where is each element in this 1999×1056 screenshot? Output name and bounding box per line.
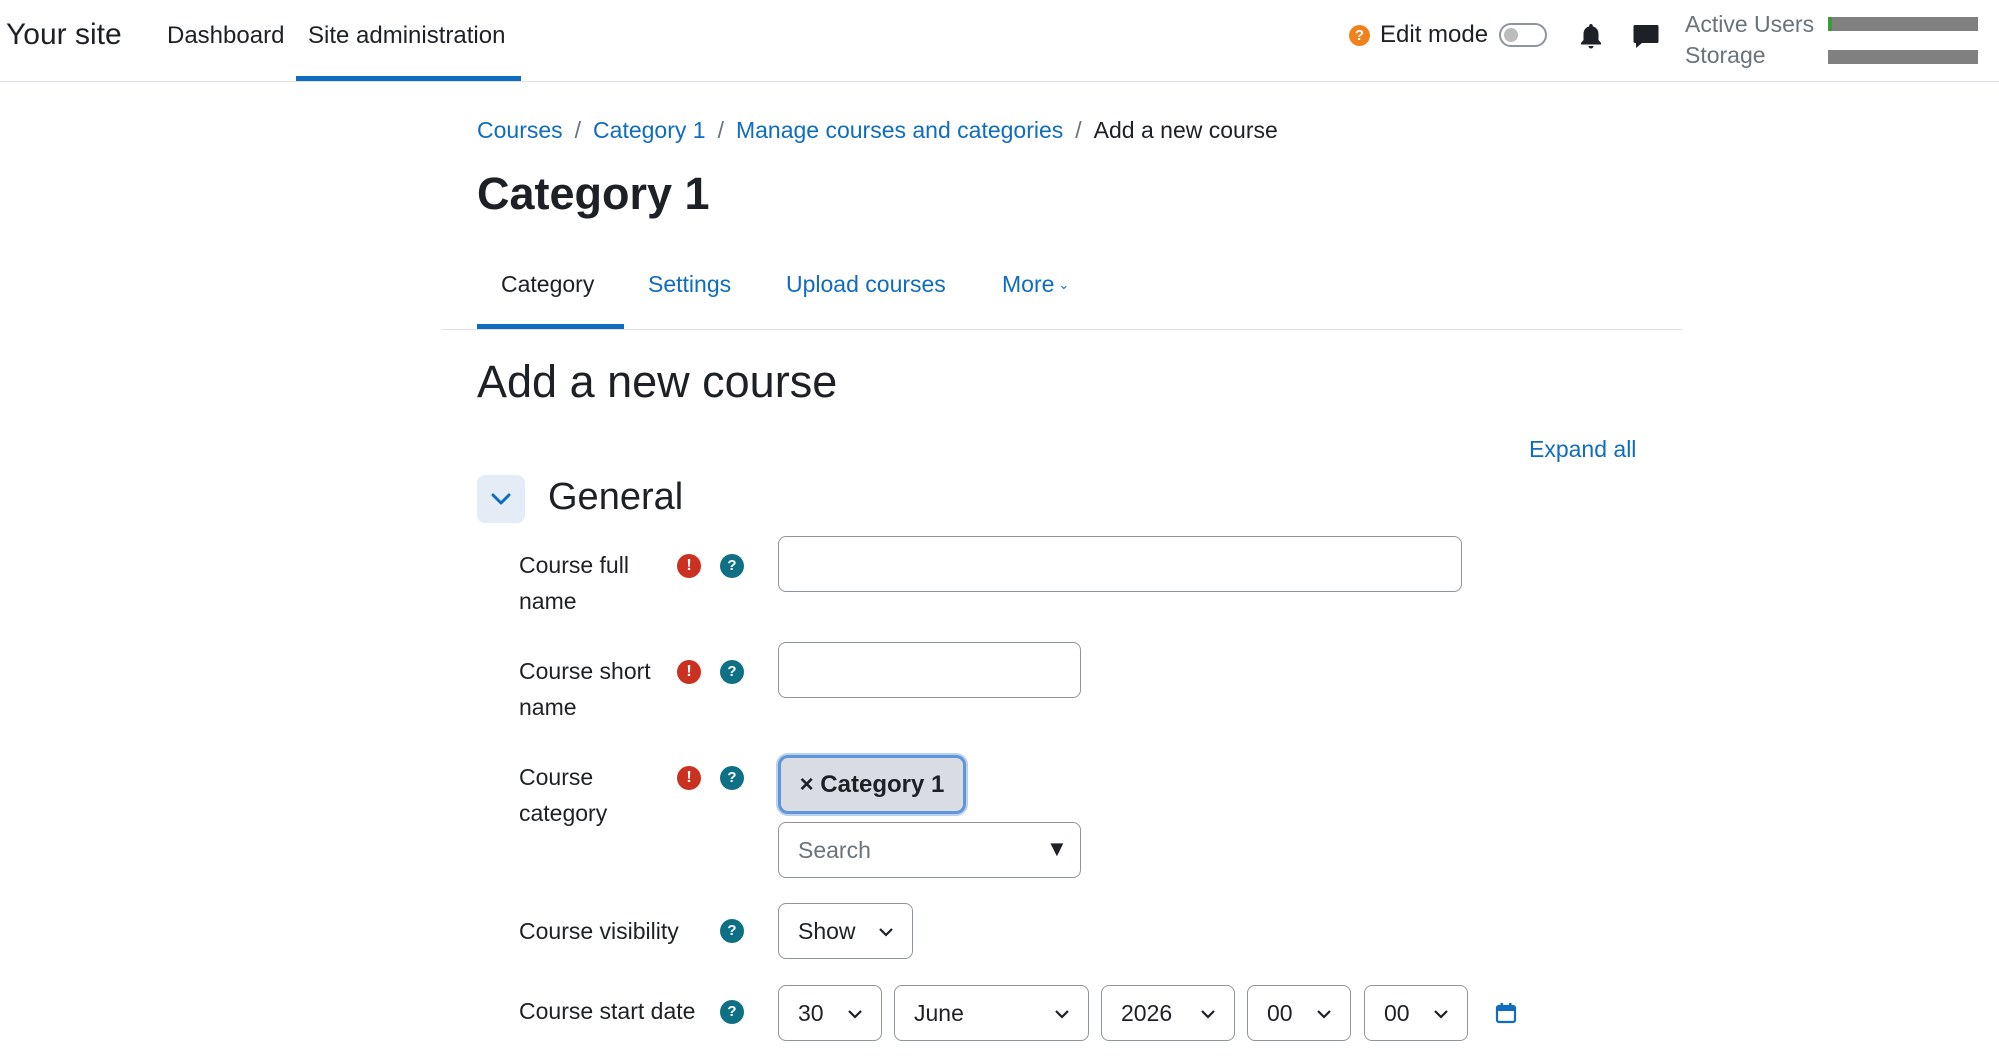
page-title: Category 1 (477, 168, 710, 219)
required-icon: ! (677, 766, 701, 790)
collapse-general-button[interactable] (477, 475, 525, 523)
chevron-down-icon (1317, 1010, 1331, 1019)
breadcrumb-courses[interactable]: Courses (477, 117, 563, 143)
course-visibility-select[interactable]: Show (778, 903, 913, 959)
bell-icon[interactable] (1578, 22, 1604, 50)
label-line: name (519, 588, 577, 614)
active-users-label: Active Users (1685, 11, 1815, 37)
chevron-down-icon (1055, 1010, 1069, 1019)
breadcrumb-category-1[interactable]: Category 1 (593, 117, 706, 143)
breadcrumb-separator: / (1075, 117, 1082, 143)
tab-more[interactable]: More ⌄ (1002, 271, 1069, 298)
tab-more-label: More (1002, 271, 1055, 297)
chevron-down-icon (1201, 1010, 1215, 1019)
tab-settings[interactable]: Settings (648, 271, 731, 298)
top-navbar: Your site Dashboard Site administration … (0, 0, 1999, 82)
expand-all-link[interactable]: Expand all (1529, 436, 1636, 463)
select-value: 30 (798, 1000, 824, 1026)
help-icon[interactable]: ? (720, 766, 744, 790)
storage-bar (1828, 50, 1978, 64)
nav-active-indicator (296, 76, 521, 81)
breadcrumb-separator: / (574, 117, 582, 143)
chevron-down-icon: ⌄ (1058, 277, 1070, 292)
active-users-fill (1828, 17, 1832, 31)
site-brand[interactable]: Your site (6, 18, 122, 52)
select-value: Show (798, 918, 856, 944)
selected-category-text: × Category 1 (799, 771, 945, 798)
dropdown-arrow-icon[interactable]: ▼ (1046, 836, 1068, 862)
breadcrumb-separator: / (717, 117, 724, 143)
label-line: Course (519, 764, 594, 790)
active-users-bar (1828, 17, 1978, 31)
edit-mode-toggle[interactable] (1499, 23, 1547, 47)
help-icon[interactable]: ? (720, 554, 744, 578)
general-section-title: General (548, 476, 684, 518)
select-value: June (914, 1000, 964, 1026)
label-line: name (519, 694, 577, 720)
selected-category-tag[interactable]: × Category 1 (778, 755, 966, 814)
start-day-select[interactable]: 30 (778, 985, 882, 1041)
section-title: Add a new course (477, 356, 838, 407)
chat-icon[interactable] (1632, 22, 1660, 50)
search-placeholder: Search (798, 837, 871, 863)
help-icon[interactable]: ? (720, 660, 744, 684)
nav-dashboard[interactable]: Dashboard (167, 22, 284, 50)
label-line: Course full (519, 552, 629, 578)
chevron-down-icon (1434, 1010, 1448, 1019)
course-start-date-label: Course start date (519, 998, 696, 1024)
question-icon[interactable]: ? (1349, 25, 1370, 46)
course-short-name-label: Course short name (519, 653, 651, 725)
course-full-name-label: Course full name (519, 547, 629, 619)
required-icon: ! (677, 660, 701, 684)
breadcrumb-manage-courses[interactable]: Manage courses and categories (736, 117, 1063, 143)
tab-divider (442, 329, 1682, 330)
label-line: category (519, 800, 608, 826)
course-full-name-input[interactable] (778, 536, 1462, 592)
start-hour-select[interactable]: 00 (1247, 985, 1351, 1041)
help-icon[interactable]: ? (720, 919, 744, 943)
chevron-down-icon (879, 928, 893, 937)
breadcrumb: Courses / Category 1 / Manage courses and ca… (477, 117, 1278, 144)
required-icon: ! (677, 554, 701, 578)
nav-site-administration[interactable]: Site administration (308, 22, 505, 50)
select-value: 00 (1384, 1000, 1410, 1026)
course-category-label: Course category (519, 759, 607, 831)
start-year-select[interactable]: 2026 (1101, 985, 1235, 1041)
chevron-down-icon (491, 493, 511, 505)
select-value: 00 (1267, 1000, 1293, 1026)
tab-category[interactable]: Category (501, 271, 594, 298)
storage-label: Storage (1685, 42, 1766, 68)
start-minute-select[interactable]: 00 (1364, 985, 1468, 1041)
chevron-down-icon (848, 1010, 862, 1019)
tab-upload-courses[interactable]: Upload courses (786, 271, 946, 298)
label-line: Course short (519, 658, 651, 684)
edit-mode-label: Edit mode (1380, 21, 1489, 48)
help-icon[interactable]: ? (720, 1000, 744, 1024)
course-short-name-input[interactable] (778, 642, 1081, 698)
select-value: 2026 (1121, 1000, 1173, 1026)
category-search-input[interactable]: Search ▼ (778, 822, 1081, 878)
calendar-icon[interactable] (1495, 1002, 1517, 1024)
toggle-knob (1504, 28, 1518, 42)
breadcrumb-current: Add a new course (1093, 117, 1278, 143)
start-month-select[interactable]: June (894, 985, 1089, 1041)
course-visibility-label: Course visibility (519, 918, 679, 944)
